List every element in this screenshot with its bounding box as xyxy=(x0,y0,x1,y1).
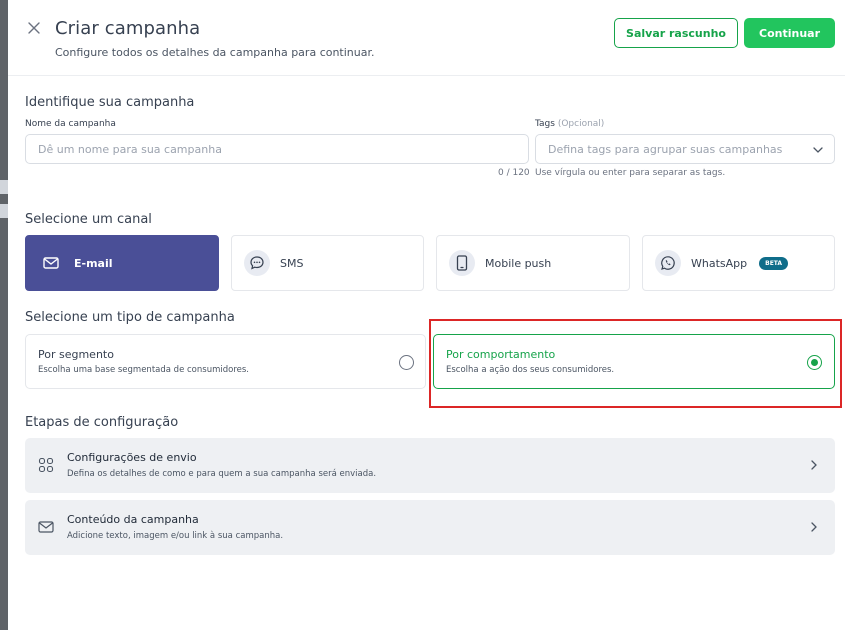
campaign-name-label: Nome da campanha xyxy=(25,119,116,129)
backdrop-fragment xyxy=(0,204,8,218)
mail-icon xyxy=(38,250,64,276)
continue-button[interactable]: Continuar xyxy=(744,18,835,48)
channel-label: WhatsApp xyxy=(691,256,748,270)
campaign-type-behavior[interactable]: Por comportamento Escolha a ação dos seu… xyxy=(433,334,835,389)
campaign-name-input[interactable]: Dê um nome para sua campanha xyxy=(25,134,529,164)
channel-option-mobile-push[interactable]: Mobile push xyxy=(436,235,630,291)
step-desc: Adicione texto, imagem e/ou link à sua c… xyxy=(67,531,284,541)
steps-section-title: Etapas de configuração xyxy=(25,415,179,430)
step-title: Configurações de envio xyxy=(67,451,197,464)
campaign-type-desc: Escolha uma base segmentada de consumido… xyxy=(38,365,249,375)
channel-label: Mobile push xyxy=(485,256,552,270)
radio-button[interactable] xyxy=(399,355,414,370)
campaign-name-placeholder: Dê um nome para sua campanha xyxy=(38,142,222,156)
channel-option-whatsapp[interactable]: WhatsApp BETA xyxy=(642,235,835,291)
campaign-type-title: Por segmento xyxy=(38,348,114,361)
close-icon[interactable] xyxy=(26,20,42,36)
modal-header: Criar campanha Configure todos os detalh… xyxy=(8,0,845,76)
backdrop-fragment xyxy=(0,180,8,194)
campaign-type-section-title: Selecione um tipo de campanha xyxy=(25,310,235,325)
chat-bubble-icon xyxy=(244,250,270,276)
channel-label: E-mail xyxy=(74,256,113,270)
page-title: Criar campanha xyxy=(55,18,201,39)
mobile-phone-icon xyxy=(449,250,475,276)
chevron-right-icon xyxy=(811,522,817,532)
channel-section-title: Selecione um canal xyxy=(25,212,152,227)
whatsapp-icon xyxy=(655,250,681,276)
step-campaign-content[interactable]: Conteúdo da campanha Adicione texto, ima… xyxy=(25,500,835,555)
tags-label-text: Tags xyxy=(535,119,555,129)
chevron-down-icon[interactable] xyxy=(812,144,824,156)
envelope-icon xyxy=(38,521,54,533)
grid-icon xyxy=(38,457,54,473)
channel-label: SMS xyxy=(280,256,304,270)
tags-hint: Use vírgula ou enter para separar as tag… xyxy=(535,168,726,178)
save-draft-button[interactable]: Salvar rascunho xyxy=(614,18,738,48)
page-backdrop xyxy=(0,0,8,630)
radio-button-selected[interactable] xyxy=(807,355,822,370)
tags-optional-text: (Opcional) xyxy=(557,119,605,129)
tags-label: Tags (Opcional) xyxy=(535,119,604,129)
beta-badge: BETA xyxy=(759,256,789,270)
channel-option-email[interactable]: E-mail xyxy=(25,235,219,291)
identify-section-title: Identifique sua campanha xyxy=(25,95,195,110)
channel-option-sms[interactable]: SMS xyxy=(231,235,424,291)
create-campaign-modal: Criar campanha Configure todos os detalh… xyxy=(8,0,845,630)
campaign-type-segment[interactable]: Por segmento Escolha uma base segmentada… xyxy=(25,334,426,389)
chevron-right-icon xyxy=(811,460,817,470)
campaign-type-desc: Escolha a ação dos seus consumidores. xyxy=(446,365,615,375)
tags-placeholder: Defina tags para agrupar suas campanhas xyxy=(548,142,783,156)
campaign-name-counter: 0 / 120 xyxy=(498,168,530,178)
tags-select[interactable]: Defina tags para agrupar suas campanhas xyxy=(535,134,835,164)
step-send-settings[interactable]: Configurações de envio Defina os detalhe… xyxy=(25,438,835,493)
campaign-type-title: Por comportamento xyxy=(446,348,556,361)
step-desc: Defina os detalhes de como e para quem a… xyxy=(67,469,377,479)
step-title: Conteúdo da campanha xyxy=(67,513,199,526)
page-subtitle: Configure todos os detalhes da campanha … xyxy=(55,46,375,59)
